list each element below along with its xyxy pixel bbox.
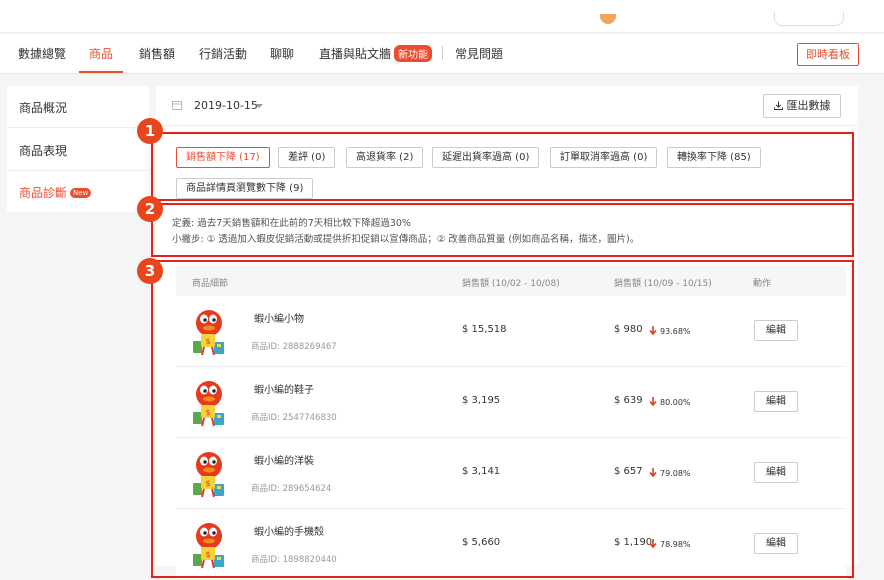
chevron-down-icon[interactable]: [255, 104, 263, 108]
divider: [7, 127, 149, 128]
active-tab-indicator: [79, 71, 123, 73]
sidebar-item-product-performance[interactable]: 商品表現: [19, 142, 67, 159]
annotation-marker-3: 3: [137, 258, 163, 284]
new-feature-badge: 新功能: [394, 45, 433, 62]
top-bar: [0, 0, 884, 33]
nav-tab-chat[interactable]: 聊聊: [270, 45, 294, 62]
account-menu[interactable]: [774, 12, 844, 26]
new-badge: New: [70, 188, 92, 198]
avatar[interactable]: [600, 14, 616, 24]
sidebar: 商品概況 商品表現 商品診斷 New: [7, 86, 149, 212]
annotation-marker-2: 2: [137, 196, 163, 222]
date-bar: 2019-10-15 匯出數據: [156, 86, 858, 126]
divider: [7, 170, 149, 171]
main-nav: 數據總覽 商品 銷售額 行銷活動 聊聊 直播與貼文牆 新功能 常見問題 即時看板: [0, 34, 884, 74]
annotation-frame-3: [151, 260, 854, 578]
annotation-frame-1: [151, 132, 854, 201]
live-dashboard-button[interactable]: 即時看板: [797, 43, 859, 66]
sidebar-item-label: 商品診斷: [19, 186, 68, 200]
calendar-icon: [172, 101, 182, 110]
date-picker[interactable]: 2019-10-15: [194, 99, 258, 112]
nav-tab-overview[interactable]: 數據總覽: [18, 45, 66, 62]
nav-tab-faq[interactable]: 常見問題: [455, 45, 503, 62]
sidebar-item-product-overview[interactable]: 商品概況: [19, 99, 67, 116]
export-label: 匯出數據: [786, 99, 831, 112]
annotation-marker-1: 1: [137, 118, 163, 144]
nav-tab-live-feed[interactable]: 直播與貼文牆 新功能: [319, 45, 433, 62]
nav-tab-products[interactable]: 商品: [89, 45, 113, 62]
nav-tab-live-feed-label: 直播與貼文牆: [319, 47, 392, 61]
nav-tab-sales[interactable]: 銷售額: [139, 45, 175, 62]
sidebar-item-product-diagnosis[interactable]: 商品診斷 New: [19, 184, 92, 201]
nav-tab-marketing[interactable]: 行銷活動: [199, 45, 247, 62]
nav-divider: [442, 46, 443, 60]
export-data-button[interactable]: 匯出數據: [763, 94, 841, 118]
annotation-frame-2: [151, 203, 854, 257]
download-icon: [773, 101, 783, 110]
